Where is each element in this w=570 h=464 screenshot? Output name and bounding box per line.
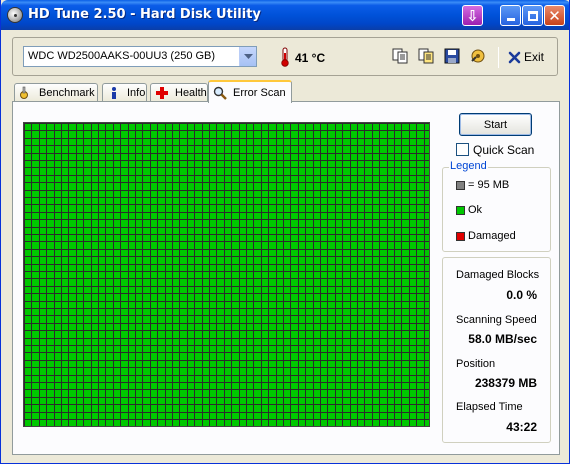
copy-icon[interactable] [392, 48, 408, 64]
start-button[interactable]: Start [459, 113, 532, 136]
down-arrow-button[interactable]: ⇩ [462, 5, 483, 26]
tab-label: Health [175, 87, 207, 99]
maximize-icon [527, 10, 538, 21]
window-title: HD Tune 2.50 - Hard Disk Utility [28, 7, 261, 22]
toolbar: WDC WD2500AAKS-00UU3 (250 GB) 41 °C Exit [12, 37, 558, 76]
close-button[interactable]: ✕ [544, 5, 565, 26]
disk-app-icon[interactable] [7, 7, 23, 23]
scanning-speed-value: 58.0 MB/sec [468, 332, 537, 346]
title-bar[interactable]: HD Tune 2.50 - Hard Disk Utility ⇩ ✕ [1, 0, 569, 30]
options-icon[interactable] [470, 48, 486, 64]
toolbar-separator [498, 47, 499, 68]
quick-scan-label[interactable]: Quick Scan [473, 143, 534, 157]
legend-title: Legend [449, 160, 488, 172]
legend-damaged-label: Damaged [468, 230, 516, 242]
tab-label: Info [127, 87, 146, 99]
tab-label: Benchmark [39, 87, 95, 99]
tab-label: Error Scan [233, 86, 286, 99]
maximize-button[interactable] [522, 5, 543, 26]
tab-info[interactable]: Info [102, 83, 147, 102]
exit-label: Exit [524, 50, 545, 64]
legend-block-size-label: = 95 MB [468, 179, 510, 191]
legend-ok-label: Ok [468, 204, 483, 216]
minimize-button[interactable] [500, 5, 521, 26]
quick-scan-checkbox[interactable] [456, 143, 469, 156]
exit-x-icon [508, 51, 521, 63]
drive-select[interactable]: WDC WD2500AAKS-00UU3 (250 GB) [23, 46, 257, 67]
close-icon: ✕ [548, 7, 561, 25]
damaged-blocks-label: Damaged Blocks [456, 269, 540, 281]
save-icon[interactable] [444, 48, 460, 64]
health-cross-icon [155, 86, 169, 100]
drive-select-value: WDC WD2500AAKS-00UU3 (250 GB) [28, 50, 216, 62]
temperature-readout: 41 °C [295, 51, 326, 65]
elapsed-time-value: 43:22 [506, 420, 537, 434]
stats-groupbox [442, 257, 551, 443]
legend-swatch-damaged [456, 232, 465, 241]
tab-health[interactable]: Health [150, 83, 208, 102]
scan-block-grid [23, 122, 430, 427]
position-label: Position [456, 358, 496, 370]
copy-all-icon[interactable] [418, 48, 434, 64]
tab-benchmark[interactable]: Benchmark [14, 83, 98, 102]
tab-error-scan[interactable]: Error Scan [208, 80, 292, 103]
scan-grid-canvas [24, 123, 429, 426]
scanning-speed-label: Scanning Speed [456, 314, 537, 326]
exit-button[interactable]: Exit [508, 49, 544, 65]
minimize-icon [506, 18, 515, 21]
damaged-blocks-value: 0.0 % [506, 288, 537, 302]
magnifier-icon [213, 86, 227, 100]
main-window: HD Tune 2.50 - Hard Disk Utility ⇩ ✕ WDC… [0, 0, 570, 464]
thermometer-icon [281, 47, 289, 67]
down-arrow-icon: ⇩ [466, 7, 479, 25]
dropdown-arrow-icon[interactable] [239, 47, 256, 66]
legend-swatch-block-size [456, 181, 465, 190]
position-value: 238379 MB [474, 376, 537, 390]
legend-swatch-ok [456, 206, 465, 215]
info-icon [107, 86, 121, 100]
elapsed-time-label: Elapsed Time [456, 401, 523, 413]
benchmark-icon [19, 86, 33, 100]
